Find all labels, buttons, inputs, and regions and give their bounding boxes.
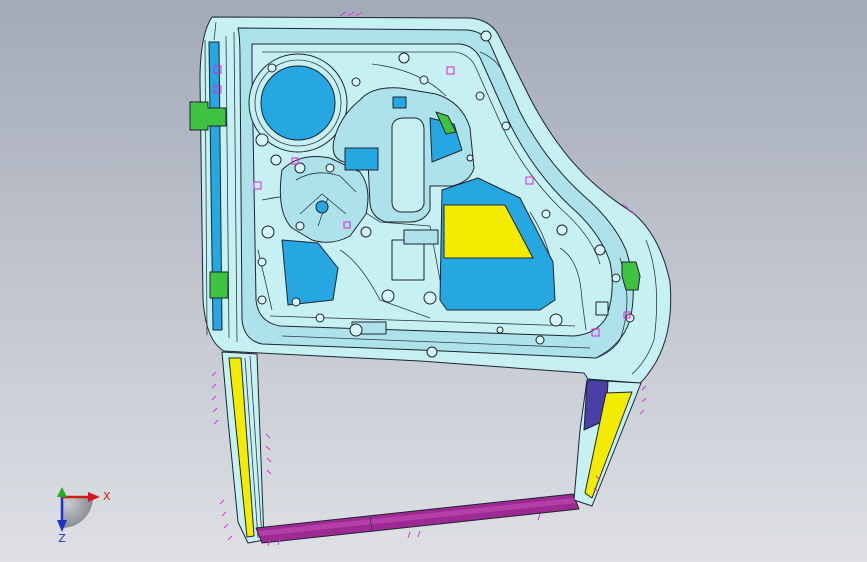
mounting-hole <box>255 133 269 147</box>
cutout-small-round <box>315 200 329 214</box>
mounting-hole <box>325 163 335 173</box>
mounting-hole <box>423 291 437 305</box>
mounting-hole <box>501 121 511 131</box>
mounting-hole <box>381 289 395 303</box>
mounting-hole <box>556 224 568 236</box>
speaker-cutout <box>260 65 336 141</box>
mounting-hole <box>496 326 504 334</box>
harness-bracket <box>391 239 425 281</box>
mounting-hole <box>267 63 277 73</box>
mounting-hole <box>295 221 305 231</box>
mounting-hole <box>426 346 438 358</box>
latch-striker-bracket <box>621 261 641 291</box>
mounting-hole <box>270 154 282 166</box>
mounting-hole <box>291 297 301 307</box>
cad-viewport[interactable]: X Z <box>0 0 867 562</box>
z-axis-label: Z <box>58 532 66 545</box>
mounting-hole <box>549 313 563 327</box>
mounting-hole <box>594 244 606 256</box>
mounting-hole <box>398 52 410 64</box>
cutout-upper-center <box>344 147 379 171</box>
mounting-hole <box>419 75 429 85</box>
mounting-hole <box>257 257 267 267</box>
mounting-hole <box>475 91 485 101</box>
mounting-hole <box>349 323 363 337</box>
latch-access-square <box>595 301 609 316</box>
lower-hinge <box>209 271 229 299</box>
mounting-hole <box>541 209 551 219</box>
mounting-hole <box>535 335 545 345</box>
mounting-hole <box>466 154 474 162</box>
connector-block <box>403 229 439 245</box>
mounting-hole <box>261 225 275 239</box>
mounting-hole <box>257 295 267 305</box>
regulator-clip <box>392 96 407 109</box>
mounting-hole <box>360 226 372 238</box>
mounting-hole <box>351 77 361 87</box>
x-axis-label: X <box>103 490 111 503</box>
mounting-hole <box>611 273 621 283</box>
regulator-slot <box>391 117 425 213</box>
mounting-hole <box>315 313 325 323</box>
mounting-hole <box>480 30 492 42</box>
